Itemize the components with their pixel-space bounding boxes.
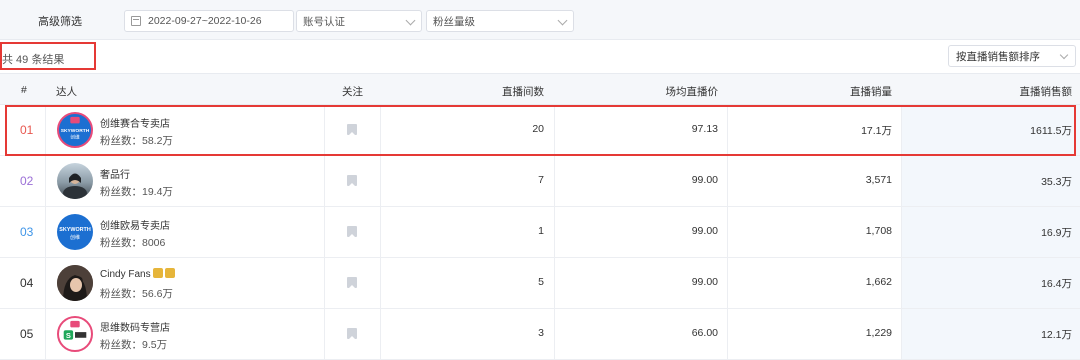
skyworth-logo-icon: SKYWORTH 创维 — [59, 227, 91, 241]
col-influencer-header: 达人 — [56, 86, 77, 98]
bookmark-icon[interactable] — [347, 175, 357, 186]
fans-count: 粉丝数：19.4万 — [100, 186, 173, 198]
logo-text: SKYWORTH — [61, 128, 90, 134]
sales-value: 3,571 — [865, 174, 892, 186]
sessions-value: 5 — [538, 276, 544, 288]
result-count: 共 49 条结果 — [2, 54, 65, 66]
amount-value: 35.3万 — [1041, 176, 1072, 188]
influencer-name[interactable]: 创维赛合专卖店 — [100, 115, 170, 130]
amount-value: 12.1万 — [1041, 329, 1072, 341]
sessions-value: 7 — [538, 174, 544, 186]
logo-text: SKYWORTH — [59, 227, 91, 233]
table-row[interactable]: 01 SKYWORTH 创维 创维赛合专卖店 粉丝数：58.2万 20 97.1… — [0, 105, 1080, 156]
svg-text:S: S — [66, 331, 71, 340]
filter-bar: 高级筛选 2022-09-27~2022-10-26 账号认证 粉丝量级 — [0, 0, 1080, 40]
table-row[interactable]: 04 Cindy Fans 粉丝数：56.6万 5 99.00 1,662 16… — [0, 258, 1080, 309]
amount-value: 1611.5万 — [1030, 125, 1072, 137]
col-sales-header[interactable]: 直播销量 — [850, 84, 892, 99]
date-range-value: 2022-09-27~2022-10-26 — [148, 15, 262, 27]
rank-number: 02 — [20, 174, 34, 188]
rank-number: 01 — [20, 123, 34, 137]
chevron-down-icon — [1059, 50, 1069, 60]
col-follow-header: 关注 — [342, 86, 363, 98]
sessions-value: 20 — [532, 123, 544, 135]
fans-count: 粉丝数：8006 — [100, 237, 166, 249]
account-verification-select[interactable]: 账号认证 — [296, 10, 422, 32]
calendar-icon — [131, 16, 141, 26]
sessions-value: 1 — [538, 225, 544, 237]
bookmark-icon[interactable] — [347, 328, 357, 339]
chevron-down-icon — [557, 15, 568, 26]
col-amount-header[interactable]: 直播销售额 — [1020, 84, 1073, 99]
influencer-name[interactable]: Cindy Fans — [100, 268, 175, 280]
influencer-name[interactable]: 创维欧易专卖店 — [100, 217, 170, 232]
avatar[interactable]: SKYWORTH 创维 — [57, 112, 93, 148]
sales-value: 17.1万 — [861, 125, 892, 137]
table-row[interactable]: 02 奢品行 粉丝数：19.4万 7 99.00 3,571 35.3万 — [0, 156, 1080, 207]
fans-level-placeholder: 粉丝量级 — [433, 15, 475, 28]
sales-value: 1,662 — [865, 276, 892, 288]
person-photo-icon — [57, 265, 93, 301]
avg-price-value: 66.00 — [691, 327, 718, 339]
sort-select[interactable]: 按直播销售额排序 — [948, 45, 1076, 67]
sessions-value: 3 — [538, 327, 544, 339]
rank-number: 05 — [20, 327, 34, 341]
sort-select-value: 按直播销售额排序 — [956, 50, 1040, 63]
advanced-filter-label: 高级筛选 — [38, 16, 82, 28]
fans-count: 粉丝数：9.5万 — [100, 339, 168, 351]
table-header: # 达人 关注 直播间数 场均直播价 直播销量 直播销售额 — [0, 73, 1080, 105]
avg-price-value: 99.00 — [691, 225, 718, 237]
table-row[interactable]: 05 S 思维数码专营店 粉丝数：9.5万 3 66.00 1,229 12.1… — [0, 309, 1080, 360]
col-sessions-header[interactable]: 直播间数 — [502, 84, 544, 99]
amount-value: 16.9万 — [1041, 227, 1072, 239]
skyworth-logo-icon: SKYWORTH 创维 — [61, 116, 90, 140]
fans-count: 粉丝数：56.6万 — [100, 288, 173, 300]
col-rank-header: # — [21, 84, 27, 96]
influencer-name[interactable]: 思维数码专营店 — [100, 319, 170, 334]
bookmark-icon[interactable] — [347, 226, 357, 237]
rank-number: 03 — [20, 225, 34, 239]
bear-badge-icon — [164, 268, 175, 278]
bookmark-icon[interactable] — [347, 277, 357, 288]
person-photo-icon — [63, 173, 87, 199]
avatar[interactable] — [57, 265, 93, 301]
bear-badge-icon — [152, 268, 163, 278]
table-row[interactable]: 03 SKYWORTH 创维 创维欧易专卖店 粉丝数：8006 1 99.00 … — [0, 207, 1080, 258]
account-verification-placeholder: 账号认证 — [303, 15, 345, 28]
amount-value: 16.4万 — [1041, 278, 1072, 290]
influencer-name-text: Cindy Fans — [100, 269, 151, 280]
logo-text: 创维 — [70, 234, 80, 241]
avg-price-value: 99.00 — [691, 174, 718, 186]
col-avg-price-header[interactable]: 场均直播价 — [666, 84, 719, 99]
influencer-name[interactable]: 奢品行 — [100, 166, 130, 181]
avatar[interactable]: S — [57, 316, 93, 352]
avatar[interactable]: SKYWORTH 创维 — [57, 214, 93, 250]
chevron-down-icon — [405, 15, 416, 26]
bookmark-icon[interactable] — [347, 124, 357, 135]
avg-price-value: 99.00 — [691, 276, 718, 288]
sales-value: 1,229 — [865, 327, 892, 339]
fans-count: 粉丝数：58.2万 — [100, 135, 173, 147]
date-range-picker[interactable]: 2022-09-27~2022-10-26 — [124, 10, 294, 32]
avg-price-value: 97.13 — [691, 123, 718, 135]
logo-text: 创维 — [70, 133, 80, 140]
store-logo-icon: S — [63, 320, 87, 340]
fans-level-select[interactable]: 粉丝量级 — [426, 10, 574, 32]
sales-value: 1,708 — [865, 225, 892, 237]
rank-number: 04 — [20, 276, 34, 290]
results-table: # 达人 关注 直播间数 场均直播价 直播销量 直播销售额 01 SKYWORT… — [0, 73, 1080, 360]
avatar[interactable] — [57, 163, 93, 199]
